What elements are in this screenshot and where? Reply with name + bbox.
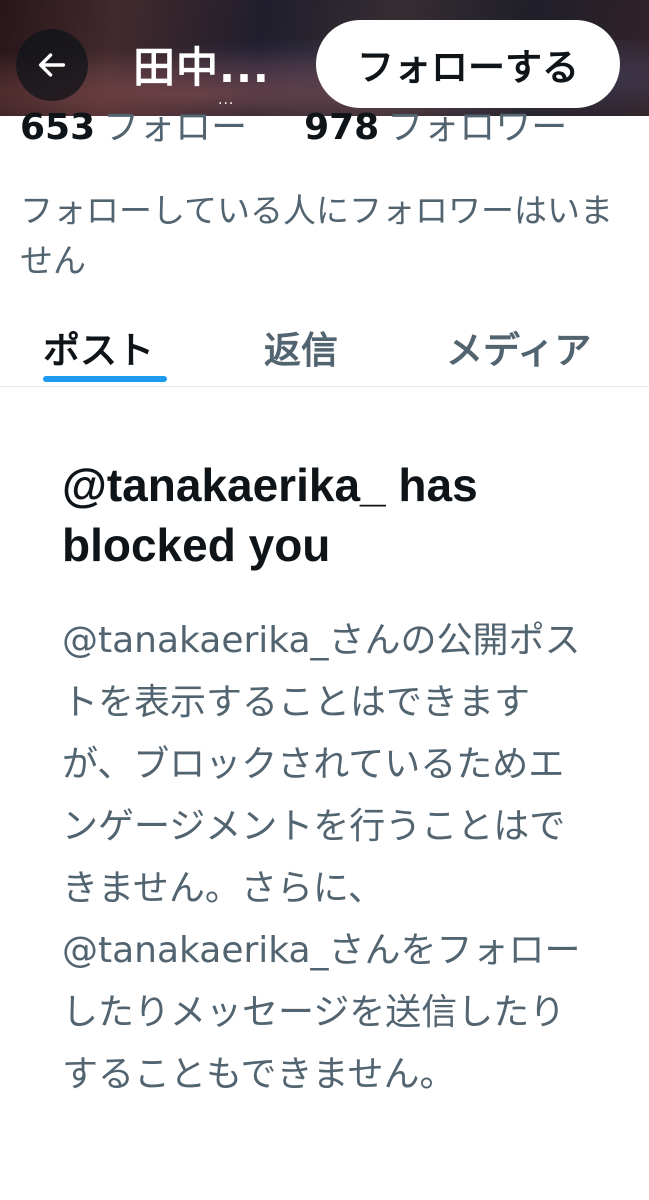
- followers-count: 978: [304, 107, 380, 148]
- header-display-name: 田中...: [133, 43, 270, 92]
- followers-link[interactable]: 978 フォロワー: [304, 107, 567, 148]
- active-tab-indicator: [43, 376, 167, 382]
- back-button[interactable]: [16, 29, 88, 101]
- follow-button[interactable]: フォローする: [316, 20, 620, 108]
- blocked-title: @tanakaerika_ has blocked you: [62, 459, 478, 571]
- following-label: フォロー: [103, 107, 248, 148]
- followers-label: フォロワー: [387, 107, 568, 148]
- following-count: 653: [20, 107, 96, 148]
- tab-replies[interactable]: 返信: [264, 320, 338, 374]
- blocked-description: @tanakaerika_さんの公開ポストを表示することはできますが、ブロックさ…: [62, 620, 581, 1095]
- tab-media[interactable]: メディア: [446, 320, 591, 374]
- tab-posts[interactable]: ポスト: [43, 320, 154, 374]
- following-link[interactable]: 653 フォロー: [20, 107, 259, 148]
- followers-you-know-text: フォローしている人にフォロワーはいません: [20, 191, 614, 280]
- header-post-count: ...: [218, 92, 235, 108]
- profile-tabs: ポスト 返信 メディア: [0, 300, 649, 387]
- arrow-left-icon: [38, 53, 66, 77]
